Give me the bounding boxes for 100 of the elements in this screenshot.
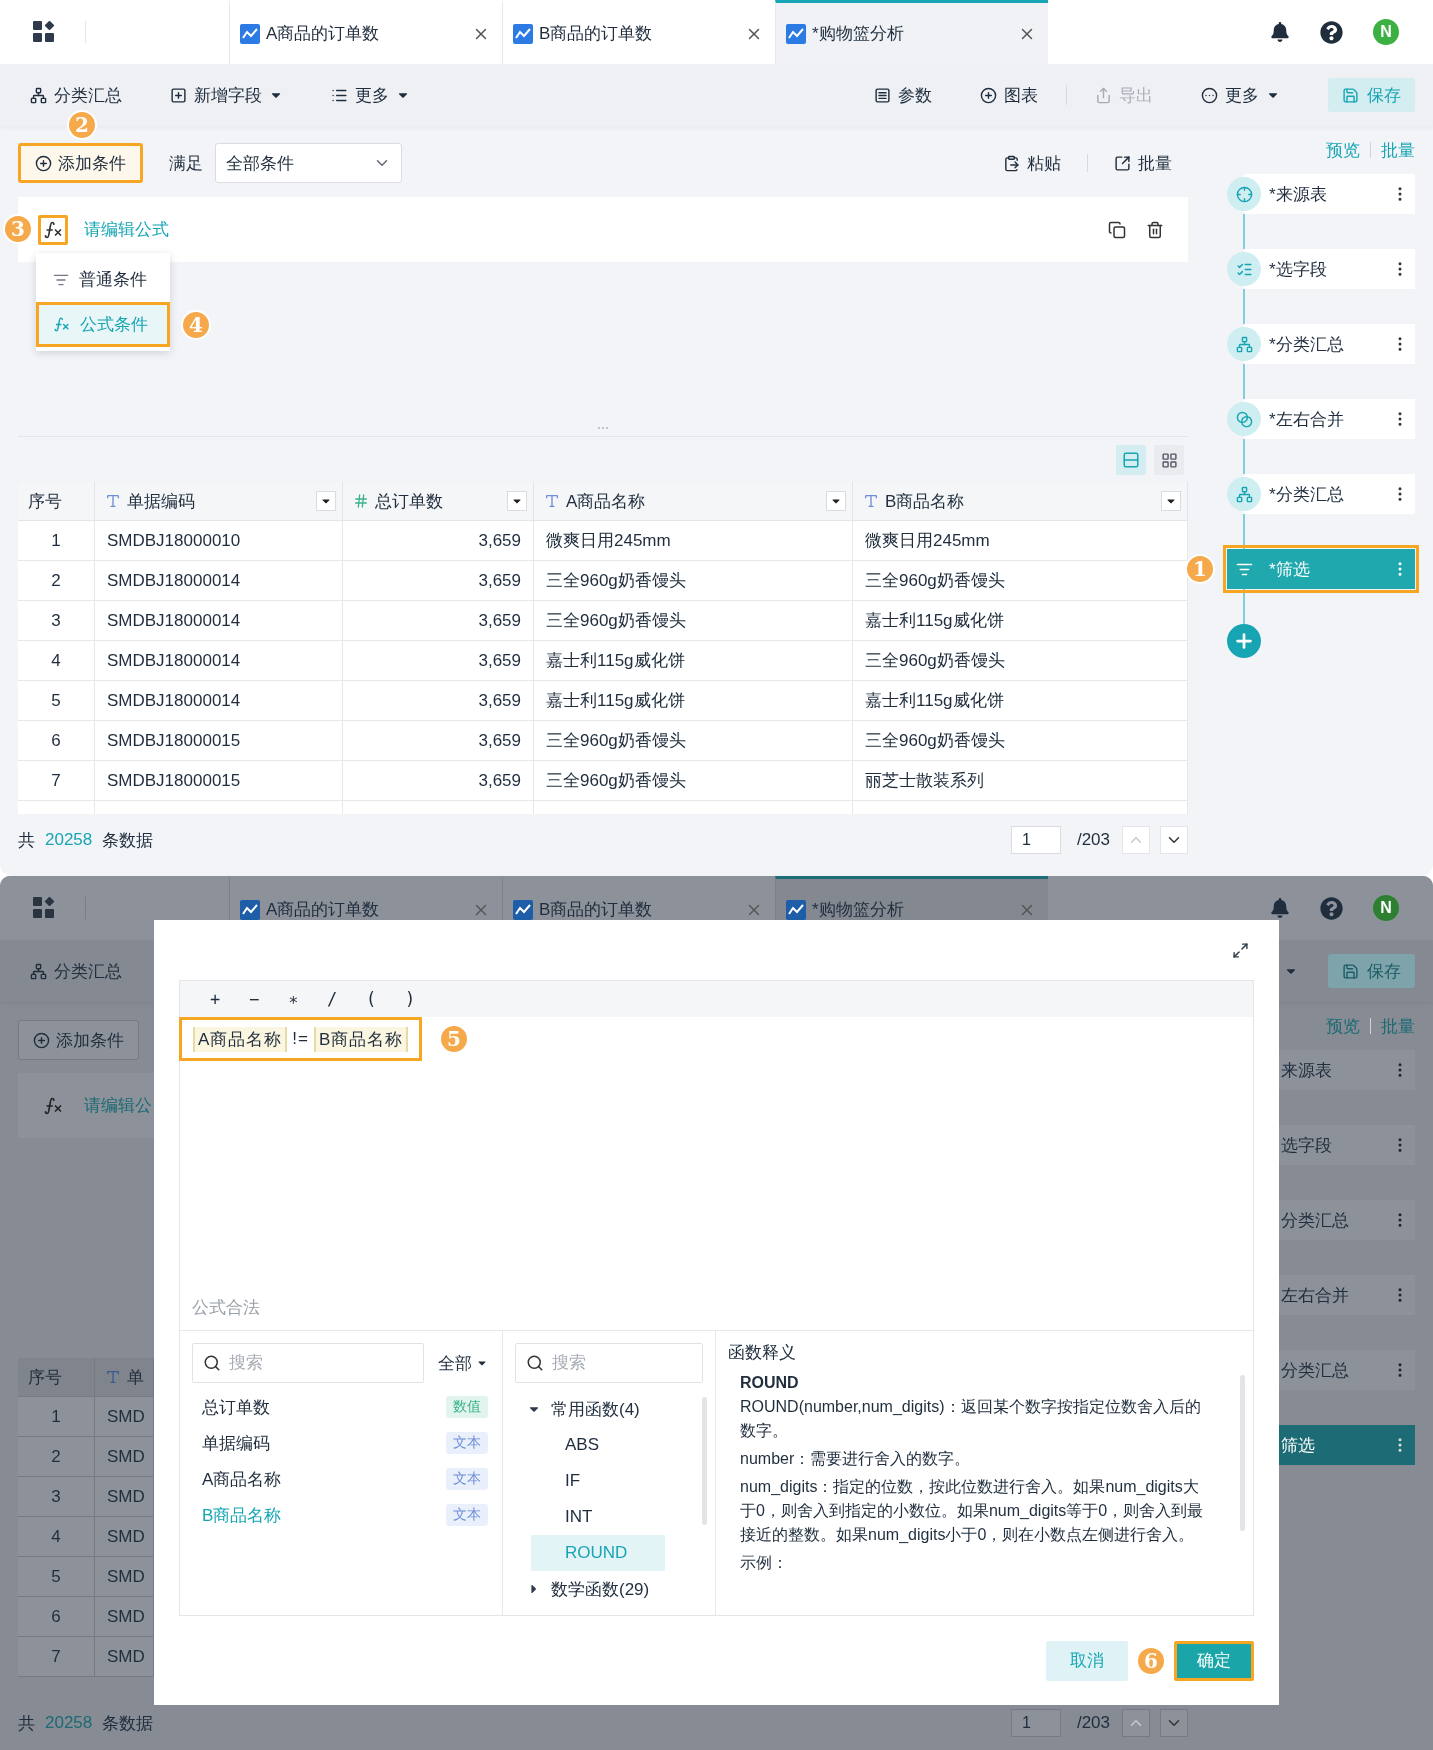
save-icon <box>1342 962 1359 980</box>
field-item[interactable]: 单据编码 文本 <box>192 1425 488 1461</box>
table-cell: 7 <box>18 761 95 801</box>
type-tag: 文本 <box>446 1504 488 1526</box>
help-title: 函数释义 <box>728 1342 797 1364</box>
chart-icon <box>786 23 806 44</box>
column-menu-button[interactable] <box>507 491 527 511</box>
condition-select[interactable]: 全部条件 <box>215 143 402 183</box>
help-icon[interactable] <box>1320 20 1343 44</box>
paste-button[interactable]: 粘贴 <box>1003 151 1061 175</box>
function-item[interactable]: IF <box>531 1463 665 1499</box>
toolbar-button[interactable]: 更多 <box>331 83 410 107</box>
column-menu-button[interactable] <box>1161 491 1181 511</box>
tab[interactable]: *购物篮分析 <box>775 0 1048 64</box>
flow-step[interactable]: *选字段 <box>1227 249 1415 289</box>
field-type-filter[interactable]: 全部 <box>438 1351 488 1375</box>
flow-step[interactable]: 分类汇总 <box>1279 1350 1415 1390</box>
table-cell: 1 <box>18 521 95 561</box>
type-tag: 数值 <box>446 1396 488 1418</box>
function-search-field[interactable]: 搜索 <box>515 1343 703 1383</box>
table-cell: 2 <box>18 1437 95 1477</box>
save-icon <box>1342 86 1359 104</box>
function-icon[interactable] <box>38 214 68 245</box>
flow-step[interactable]: *分类汇总 <box>1227 474 1415 514</box>
table-cell: 3,659 <box>343 761 534 801</box>
operator-button[interactable]: − <box>245 989 263 1009</box>
table-cell: SMDBJ18000010 <box>95 521 343 561</box>
app-logo-icon[interactable] <box>33 21 55 43</box>
table-cell: SMD <box>95 1477 154 1517</box>
table-cell: 6 <box>18 721 95 761</box>
grid-view-button[interactable] <box>1154 445 1184 475</box>
flow-step[interactable]: 左右合并 <box>1279 1275 1415 1315</box>
search-icon <box>203 1354 221 1372</box>
flow-step[interactable]: 筛选 <box>1279 1425 1415 1465</box>
hierarchy-icon <box>30 86 47 104</box>
flow-step[interactable]: *左右合并 <box>1227 399 1415 439</box>
total-count: 20258 <box>45 1713 93 1733</box>
operator-button[interactable]: ( <box>362 989 380 1009</box>
page-total: /203 <box>1076 1713 1110 1733</box>
external-box-icon <box>1114 154 1131 172</box>
help-paragraph: 示例： <box>739 1553 789 1573</box>
toolbar-button[interactable]: 新增字段 <box>170 83 283 107</box>
toolbar-button[interactable]: 更多 <box>1201 83 1280 107</box>
table-cell: SMDBJ18000014 <box>95 681 343 721</box>
table-cell: 嘉士利115g威化饼 <box>853 681 1188 721</box>
table-cell: 5 <box>18 681 95 721</box>
function-item[interactable]: ABS <box>531 1427 665 1463</box>
add-step-button[interactable] <box>1227 624 1261 658</box>
type-tag: 文本 <box>446 1468 488 1490</box>
function-group[interactable]: 数学函数(29) <box>515 1571 703 1607</box>
next-page-button[interactable] <box>1160 1709 1188 1737</box>
table-cell: SMD <box>95 1557 154 1597</box>
flow-step[interactable]: 选字段 <box>1279 1125 1415 1165</box>
column-menu-button[interactable] <box>316 491 336 511</box>
page-input[interactable]: 1 <box>1010 826 1061 854</box>
table-cell: 嘉士利115g威化饼 <box>534 641 853 681</box>
table-cell: 三全960g奶香馒头 <box>534 761 853 801</box>
operator-button[interactable]: + <box>206 989 224 1009</box>
operator-button[interactable]: ) <box>401 989 419 1009</box>
field-search-field[interactable]: 搜索 <box>192 1343 424 1383</box>
chart-icon <box>513 23 533 44</box>
merge-icon <box>1235 410 1253 428</box>
help-paragraph: number：需要进行舍入的数字。 <box>739 1449 972 1469</box>
column-menu-button[interactable] <box>826 491 846 511</box>
hierarchy-icon <box>1235 335 1253 353</box>
table-cell: 微爽日用245mm <box>853 521 1188 561</box>
resize-handle[interactable] <box>597 426 609 430</box>
bell-icon[interactable] <box>1270 22 1290 42</box>
text-type-icon <box>863 493 879 509</box>
field-item[interactable]: 总订单数 数值 <box>192 1389 488 1425</box>
text-type-icon <box>105 493 121 509</box>
add-condition-button[interactable]: 添加条件 <box>18 1020 139 1060</box>
toolbar-button[interactable]: 分类汇总 <box>30 959 122 983</box>
batch-button[interactable]: 批量 <box>1114 151 1172 175</box>
function-item[interactable]: INT <box>531 1499 665 1535</box>
column-header: 单据编码 <box>95 482 343 521</box>
flow-step[interactable]: 来源表 <box>1279 1050 1415 1090</box>
flow-step[interactable]: *来源表 <box>1227 174 1415 214</box>
user-avatar[interactable]: N <box>1373 895 1399 921</box>
toolbar-button[interactable]: 参数 <box>874 83 932 107</box>
field-item[interactable]: A商品名称 文本 <box>192 1461 488 1497</box>
table-cell: SMDBJ18000015 <box>95 761 343 801</box>
toolbar-button[interactable]: 分类汇总 <box>30 83 122 107</box>
copy-icon[interactable] <box>1108 220 1126 239</box>
menu-item[interactable]: 普通条件 <box>36 257 170 302</box>
text-type-icon <box>544 493 560 509</box>
function-group[interactable]: 常用函数(4) <box>515 1391 703 1427</box>
paste-icon <box>1003 154 1020 172</box>
delete-icon[interactable] <box>1146 220 1164 239</box>
flow-step[interactable]: 分类汇总 <box>1279 1200 1415 1240</box>
total-label: 共 <box>18 1712 35 1735</box>
column-header: A商品名称 <box>534 482 853 521</box>
page-input[interactable]: 1 <box>1010 1709 1061 1737</box>
table-cell: SMD <box>95 1397 154 1437</box>
flow-step[interactable]: *分类汇总 <box>1227 324 1415 364</box>
total-count: 20258 <box>45 830 93 850</box>
expand-icon[interactable] <box>1232 941 1249 959</box>
operator-button[interactable]: ∗ <box>284 989 302 1009</box>
operator-button[interactable]: / <box>323 989 341 1009</box>
toolbar-button[interactable]: 图表 <box>980 83 1038 107</box>
